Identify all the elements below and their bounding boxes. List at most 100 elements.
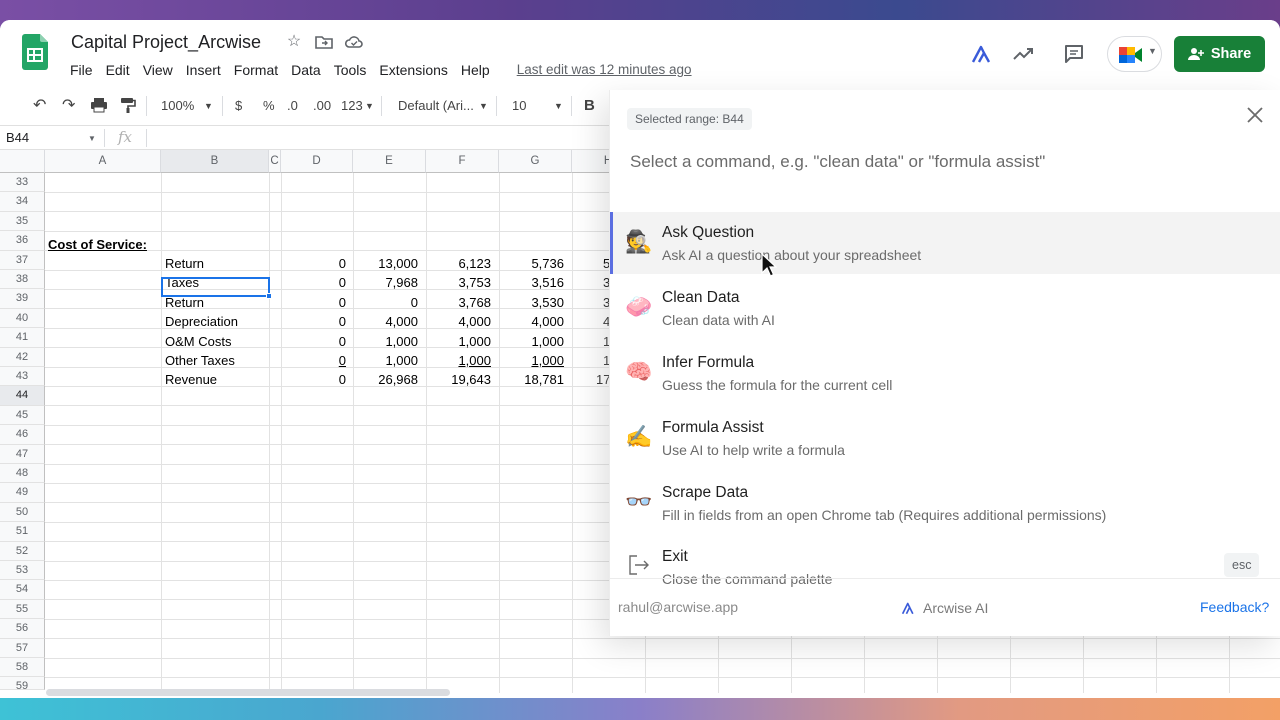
table-cell[interactable]: 1,000 bbox=[428, 353, 491, 368]
document-title[interactable]: Capital Project_Arcwise bbox=[71, 32, 261, 53]
number-format-chevron-icon[interactable]: ▼ bbox=[365, 101, 374, 111]
close-icon[interactable] bbox=[1244, 104, 1266, 126]
table-row-label[interactable]: Return bbox=[165, 295, 204, 310]
table-cell[interactable]: 4,000 bbox=[355, 314, 418, 329]
table-cell[interactable]: 1,000 bbox=[355, 353, 418, 368]
move-folder-icon[interactable] bbox=[314, 32, 334, 52]
menu-view[interactable]: View bbox=[143, 61, 179, 79]
activity-trend-icon[interactable] bbox=[1011, 42, 1035, 66]
row-header[interactable]: 42 bbox=[0, 347, 45, 367]
table-cell[interactable]: 4,000 bbox=[501, 314, 564, 329]
column-header-g[interactable]: G bbox=[499, 150, 572, 173]
menu-help[interactable]: Help bbox=[461, 61, 496, 79]
row-header[interactable]: 36 bbox=[0, 231, 45, 251]
table-cell[interactable]: 3,516 bbox=[501, 275, 564, 290]
table-cell[interactable]: 19,643 bbox=[428, 372, 491, 387]
table-cell[interactable]: 3,768 bbox=[428, 295, 491, 310]
column-header-b[interactable]: B bbox=[161, 150, 269, 173]
table-cell[interactable]: 7,968 bbox=[355, 275, 418, 290]
table-cell[interactable]: 4,000 bbox=[428, 314, 491, 329]
section-label-cell[interactable]: Cost of Service: bbox=[48, 237, 147, 252]
table-cell[interactable]: 6,123 bbox=[428, 256, 491, 271]
row-header[interactable]: 45 bbox=[0, 405, 45, 426]
table-cell[interactable]: 0 bbox=[355, 295, 418, 310]
table-cell[interactable]: 0 bbox=[283, 275, 346, 290]
row-header[interactable]: 52 bbox=[0, 541, 45, 561]
font-chevron-icon[interactable]: ▼ bbox=[479, 101, 488, 111]
row-header[interactable]: 34 bbox=[0, 192, 45, 212]
arcwise-logo-icon[interactable] bbox=[970, 42, 994, 66]
column-header-e[interactable]: E bbox=[353, 150, 426, 173]
row-header[interactable]: 55 bbox=[0, 599, 45, 620]
command-item-formula-assist[interactable]: ✍️ Formula Assist Use AI to help write a… bbox=[610, 407, 1280, 469]
table-cell[interactable]: 1,000 bbox=[355, 334, 418, 349]
row-header[interactable]: 54 bbox=[0, 580, 45, 600]
horizontal-scrollbar[interactable] bbox=[46, 689, 450, 696]
row-header[interactable]: 57 bbox=[0, 638, 45, 658]
table-cell[interactable]: 0 bbox=[283, 314, 346, 329]
menu-file[interactable]: File bbox=[70, 61, 99, 79]
name-box-chevron-icon[interactable]: ▼ bbox=[88, 134, 96, 143]
name-box[interactable]: B44 bbox=[6, 130, 29, 145]
menu-extensions[interactable]: Extensions bbox=[379, 61, 453, 79]
table-row-label[interactable]: Return bbox=[165, 256, 204, 271]
menu-insert[interactable]: Insert bbox=[186, 61, 227, 79]
table-row-label[interactable]: Other Taxes bbox=[165, 353, 235, 368]
column-header-d[interactable]: D bbox=[281, 150, 353, 173]
zoom-chevron-icon[interactable]: ▼ bbox=[204, 101, 213, 111]
select-all-corner[interactable] bbox=[0, 150, 45, 173]
decrease-decimal-button[interactable]: .0 bbox=[287, 98, 298, 113]
menu-format[interactable]: Format bbox=[234, 61, 284, 79]
row-header[interactable]: 47 bbox=[0, 444, 45, 464]
row-header[interactable]: 39 bbox=[0, 289, 45, 309]
fill-handle[interactable] bbox=[266, 293, 272, 299]
selected-cell-b44[interactable] bbox=[161, 277, 270, 297]
row-header[interactable]: 33 bbox=[0, 173, 45, 193]
font-family-select[interactable]: Default (Ari... bbox=[398, 98, 474, 113]
meet-button[interactable]: ▼ bbox=[1107, 36, 1162, 72]
star-icon[interactable]: ☆ bbox=[284, 32, 304, 52]
row-header[interactable]: 50 bbox=[0, 502, 45, 523]
menu-tools[interactable]: Tools bbox=[334, 61, 373, 79]
command-item-infer-formula[interactable]: 🧠 Infer Formula Guess the formula for th… bbox=[610, 342, 1280, 404]
table-cell[interactable]: 0 bbox=[283, 256, 346, 271]
table-cell[interactable]: 26,968 bbox=[355, 372, 418, 387]
print-icon[interactable] bbox=[90, 97, 108, 113]
row-header[interactable]: 58 bbox=[0, 658, 45, 678]
row-header[interactable]: 40 bbox=[0, 308, 45, 329]
row-header[interactable]: 46 bbox=[0, 425, 45, 445]
table-row-label[interactable]: Revenue bbox=[165, 372, 217, 387]
row-header[interactable]: 38 bbox=[0, 270, 45, 290]
zoom-select[interactable]: 100% bbox=[161, 98, 194, 113]
currency-format-button[interactable]: $ bbox=[235, 98, 242, 113]
cloud-saved-icon[interactable] bbox=[344, 32, 364, 52]
table-cell[interactable]: 0 bbox=[283, 295, 346, 310]
table-cell[interactable]: 3,530 bbox=[501, 295, 564, 310]
row-header[interactable]: 43 bbox=[0, 367, 45, 387]
command-item-clean-data[interactable]: 🧼 Clean Data Clean data with AI bbox=[610, 277, 1280, 339]
row-header[interactable]: 59 bbox=[0, 677, 45, 692]
share-button[interactable]: Share bbox=[1174, 36, 1265, 72]
table-cell[interactable]: 18,781 bbox=[501, 372, 564, 387]
row-header[interactable]: 41 bbox=[0, 328, 45, 348]
table-cell[interactable]: 1,000 bbox=[428, 334, 491, 349]
font-size-chevron-icon[interactable]: ▼ bbox=[554, 101, 563, 111]
percent-format-button[interactable]: % bbox=[263, 98, 275, 113]
table-cell[interactable]: 0 bbox=[283, 372, 346, 387]
row-header[interactable]: 48 bbox=[0, 464, 45, 484]
paint-format-icon[interactable] bbox=[120, 97, 136, 114]
table-cell[interactable]: 3,753 bbox=[428, 275, 491, 290]
redo-icon[interactable]: ↷ bbox=[62, 95, 75, 115]
increase-decimal-button[interactable]: .00 bbox=[313, 98, 331, 113]
row-header[interactable]: 53 bbox=[0, 561, 45, 581]
table-cell[interactable]: 5,736 bbox=[501, 256, 564, 271]
number-format-select[interactable]: 123 bbox=[341, 98, 363, 113]
command-search-input[interactable]: Select a command, e.g. "clean data" or "… bbox=[630, 152, 1045, 172]
command-item-ask-question[interactable]: 🕵️ Ask Question Ask AI a question about … bbox=[610, 212, 1280, 274]
column-header-f[interactable]: F bbox=[426, 150, 499, 173]
menu-data[interactable]: Data bbox=[291, 61, 327, 79]
comments-icon[interactable] bbox=[1062, 42, 1086, 66]
row-header[interactable]: 35 bbox=[0, 211, 45, 232]
table-cell[interactable]: 13,000 bbox=[355, 256, 418, 271]
table-cell[interactable]: 0 bbox=[283, 353, 346, 368]
